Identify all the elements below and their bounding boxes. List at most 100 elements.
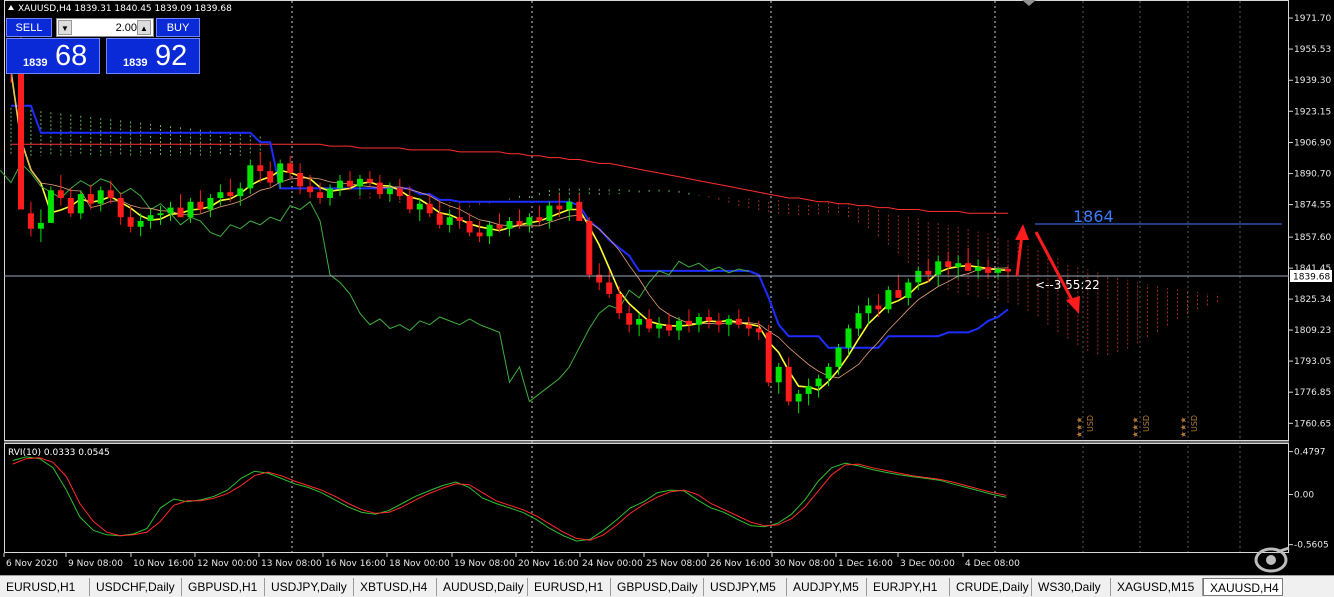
chart-tab[interactable]: CRUDE,Daily xyxy=(950,578,1032,596)
candle-body xyxy=(347,180,353,187)
candle-body xyxy=(376,182,383,195)
candle xyxy=(656,317,663,339)
candle xyxy=(247,159,254,195)
candle-body xyxy=(107,190,114,198)
buy-price-prefix: 1839 xyxy=(123,57,148,69)
chart-tab[interactable]: EURUSD,H1 xyxy=(0,578,90,596)
candle-body xyxy=(586,221,593,275)
candle xyxy=(27,201,34,237)
buy-price-display[interactable]: 1839 92 xyxy=(106,38,200,74)
candle-body xyxy=(77,194,84,214)
candle-body xyxy=(337,180,343,189)
candle-body xyxy=(386,188,393,195)
candle xyxy=(626,305,633,333)
candle xyxy=(257,151,264,183)
candle-body xyxy=(546,205,553,221)
sell-button[interactable]: SELL xyxy=(6,18,52,37)
candle xyxy=(476,221,483,243)
chikou-span-line xyxy=(0,162,749,403)
y-axis-label: 1906.90 xyxy=(1294,138,1331,148)
chart-canvas[interactable]: 1971.70 1955.53 1939.30 1923.15 1906.90 1890.… xyxy=(0,0,1334,575)
candle-body xyxy=(536,217,543,221)
lot-size-field: ▼ ▲ xyxy=(56,18,154,37)
chart-tab[interactable]: USDJPY,Daily xyxy=(265,578,354,596)
candle xyxy=(646,309,653,333)
candle-body xyxy=(237,188,244,197)
candle xyxy=(965,247,972,271)
chart-tab[interactable]: WS30,Daily xyxy=(1032,578,1111,596)
candle-body xyxy=(695,317,702,325)
chart-tab[interactable]: XAGUSD,M15 xyxy=(1111,578,1203,596)
chart-tab[interactable]: EURJPY,H1 xyxy=(867,578,950,596)
candle-body xyxy=(396,188,403,197)
buy-price-pips: 92 xyxy=(155,40,188,72)
lot-decrease-button[interactable]: ▼ xyxy=(58,20,72,35)
candle xyxy=(506,217,513,237)
candle xyxy=(546,201,553,229)
candle-body xyxy=(197,201,204,210)
y-axis-label: 1971.70 xyxy=(1294,14,1331,24)
chart-tab[interactable]: AUDJPY,M5 xyxy=(787,578,867,596)
y-axis-label: 1939.30 xyxy=(1294,76,1331,86)
chart-tab[interactable]: EURUSD,H1 xyxy=(528,578,611,596)
candle-body xyxy=(965,263,972,271)
candle-body xyxy=(307,186,314,193)
candle-body xyxy=(137,221,144,227)
candle-body xyxy=(705,317,712,321)
chart-tab[interactable]: USDJPY,M5 xyxy=(704,578,787,596)
lot-increase-button[interactable]: ▲ xyxy=(137,20,151,35)
candle-body xyxy=(257,165,264,172)
chart-tab[interactable]: AUDUSD,Daily xyxy=(437,578,528,596)
buy-button[interactable]: BUY xyxy=(156,18,200,37)
candle-body xyxy=(566,201,573,210)
candle-body xyxy=(187,201,194,218)
candle-body xyxy=(925,270,932,275)
candle-body xyxy=(317,192,324,198)
candle-body xyxy=(815,378,822,387)
candle xyxy=(895,274,902,298)
candle xyxy=(486,221,493,245)
candle-body xyxy=(446,217,453,225)
x-axis-label: 26 Nov 16:00 xyxy=(710,559,771,569)
candle-body xyxy=(277,163,284,183)
sell-price-display[interactable]: 1839 68 xyxy=(6,38,100,74)
candle xyxy=(277,159,284,189)
candle xyxy=(466,213,473,237)
candle-body xyxy=(955,263,962,267)
candle xyxy=(366,171,373,187)
forecast-up-arrow xyxy=(1015,224,1029,277)
candle xyxy=(815,374,822,398)
candle xyxy=(177,194,184,218)
svg-text:USD: USD xyxy=(1190,415,1199,432)
candle xyxy=(745,317,752,337)
candle xyxy=(87,184,94,210)
chart-tab[interactable]: GBPUSD,Daily xyxy=(611,578,704,596)
candle-body xyxy=(127,217,134,227)
x-axis-label: 13 Nov 08:00 xyxy=(261,559,322,569)
candle xyxy=(396,178,403,200)
candle xyxy=(1005,265,1011,277)
chart-collapse-icon[interactable] xyxy=(8,5,14,10)
x-axis-label: 9 Nov 08:00 xyxy=(68,559,123,569)
chart-tab[interactable]: GBPUSD,H1 xyxy=(182,578,265,596)
chart-tab[interactable]: USDCHF,Daily xyxy=(90,578,182,596)
candle-body xyxy=(476,232,483,237)
calendar-event-2[interactable]: ★★★ USD xyxy=(1131,415,1151,438)
chart-shift-marker[interactable] xyxy=(1022,0,1036,6)
chart-tab[interactable]: XAUUSD,H4 xyxy=(1203,578,1283,596)
calendar-event-3[interactable]: ★★★ USD xyxy=(1179,415,1199,438)
lot-size-input[interactable] xyxy=(73,20,139,35)
candle xyxy=(735,309,742,329)
candle-body xyxy=(287,163,294,173)
chart-tab-bar: EURUSD,H1 USDCHF,Daily GBPUSD,H1 USDJPY,Dai… xyxy=(0,575,1334,597)
candle-body xyxy=(765,332,772,383)
candle xyxy=(995,267,1002,279)
candle xyxy=(935,255,942,287)
chart-tab[interactable]: XBTUSD,H4 xyxy=(354,578,437,596)
calendar-event-1[interactable]: ★★★ USD xyxy=(1075,415,1095,438)
candle-body xyxy=(865,305,872,314)
svg-text:★★★: ★★★ xyxy=(1131,416,1140,438)
candle-body xyxy=(725,318,732,325)
candle xyxy=(37,209,44,243)
current-price-tag-text: 1839.68 xyxy=(1293,273,1330,283)
